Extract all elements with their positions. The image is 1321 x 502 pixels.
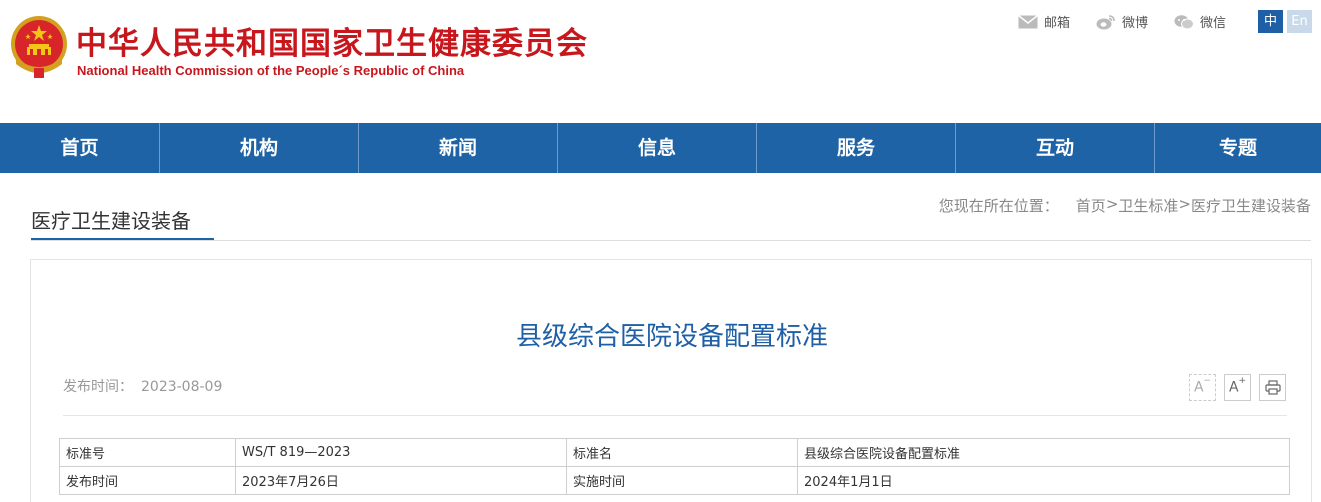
breadcrumb-current[interactable]: 医疗卫生建设装备: [1191, 195, 1311, 216]
table-row: 标准号 WS/T 819—2023 标准名 县级综合医院设备配置标准: [59, 438, 1290, 467]
table-cell: 标准号: [59, 438, 236, 467]
breadcrumb-home[interactable]: 首页: [1076, 195, 1106, 216]
font-smaller-button[interactable]: A−: [1189, 374, 1216, 401]
table-cell: 县级综合医院设备配置标准: [797, 438, 1290, 467]
print-icon: [1264, 380, 1281, 395]
mail-icon: [1018, 14, 1038, 28]
nav-services[interactable]: 服务: [757, 123, 956, 173]
table-cell: 实施时间: [566, 466, 798, 495]
lang-chinese-button[interactable]: 中: [1258, 10, 1283, 33]
nav-interaction[interactable]: 互动: [956, 123, 1155, 173]
breadcrumb: 您现在所在位置： 首页 > 卫生标准 > 医疗卫生建设装备: [939, 195, 1311, 216]
publish-info: 发布时间： 2023-08-09: [63, 376, 222, 396]
mail-link[interactable]: 邮箱: [1018, 12, 1070, 31]
nav-news[interactable]: 新闻: [359, 123, 558, 173]
nav-institutions[interactable]: 机构: [160, 123, 359, 173]
top-links: 邮箱 微博 微信: [1018, 12, 1252, 31]
table-cell: 发布时间: [59, 466, 236, 495]
wechat-link[interactable]: 微信: [1174, 12, 1226, 31]
article-panel: 县级综合医院设备配置标准 发布时间： 2023-08-09 A− A+ 标准号 W…: [30, 259, 1312, 502]
national-emblem-icon[interactable]: [8, 14, 70, 80]
standard-info-table: 标准号 WS/T 819—2023 标准名 县级综合医院设备配置标准 发布时间 …: [59, 438, 1290, 495]
table-cell: 标准名: [566, 438, 798, 467]
font-larger-icon: A+: [1228, 376, 1247, 396]
site-header: 中华人民共和国国家卫生健康委员会 National Health Commiss…: [0, 0, 1321, 123]
nav-information[interactable]: 信息: [558, 123, 757, 173]
weibo-icon: [1096, 14, 1115, 29]
weibo-link[interactable]: 微博: [1096, 12, 1148, 31]
print-button[interactable]: [1259, 374, 1286, 401]
section-title: 医疗卫生建设装备: [31, 209, 191, 233]
publish-label: 发布时间：: [63, 379, 133, 395]
breadcrumb-separator: >: [1105, 195, 1119, 213]
table-row: 发布时间 2023年7月26日 实施时间 2024年1月1日: [59, 466, 1290, 495]
info-divider: [63, 415, 1287, 416]
table-cell: WS/T 819—2023: [235, 438, 567, 467]
font-smaller-icon: A−: [1193, 376, 1212, 396]
table-cell: 2023年7月26日: [235, 466, 567, 495]
breadcrumb-separator: >: [1178, 195, 1191, 213]
nav-home[interactable]: 首页: [0, 123, 160, 173]
article-title: 县级综合医院设备配置标准: [515, 322, 828, 352]
article-tools: A− A+: [1189, 374, 1294, 401]
site-title-english: National Health Commission of the People…: [77, 63, 465, 78]
wechat-icon: [1174, 14, 1195, 29]
breadcrumb-label: 您现在所在位置：: [938, 197, 1059, 215]
main-nav: 首页 机构 新闻 信息 服务 互动 专题: [0, 123, 1321, 173]
site-title[interactable]: 中华人民共和国国家卫生健康委员会: [76, 18, 588, 63]
wechat-link-label: 微信: [1200, 16, 1227, 31]
nav-topics[interactable]: 专题: [1155, 123, 1321, 173]
lang-english-button[interactable]: En: [1287, 10, 1312, 33]
mail-link-label: 邮箱: [1044, 16, 1071, 31]
table-cell: 2024年1月1日: [797, 466, 1290, 495]
publish-date: 2023-08-09: [141, 379, 223, 395]
font-larger-button[interactable]: A+: [1224, 374, 1251, 401]
breadcrumb-health-standards[interactable]: 卫生标准: [1118, 195, 1178, 216]
weibo-link-label: 微博: [1122, 16, 1149, 31]
section-divider: [31, 240, 1311, 241]
